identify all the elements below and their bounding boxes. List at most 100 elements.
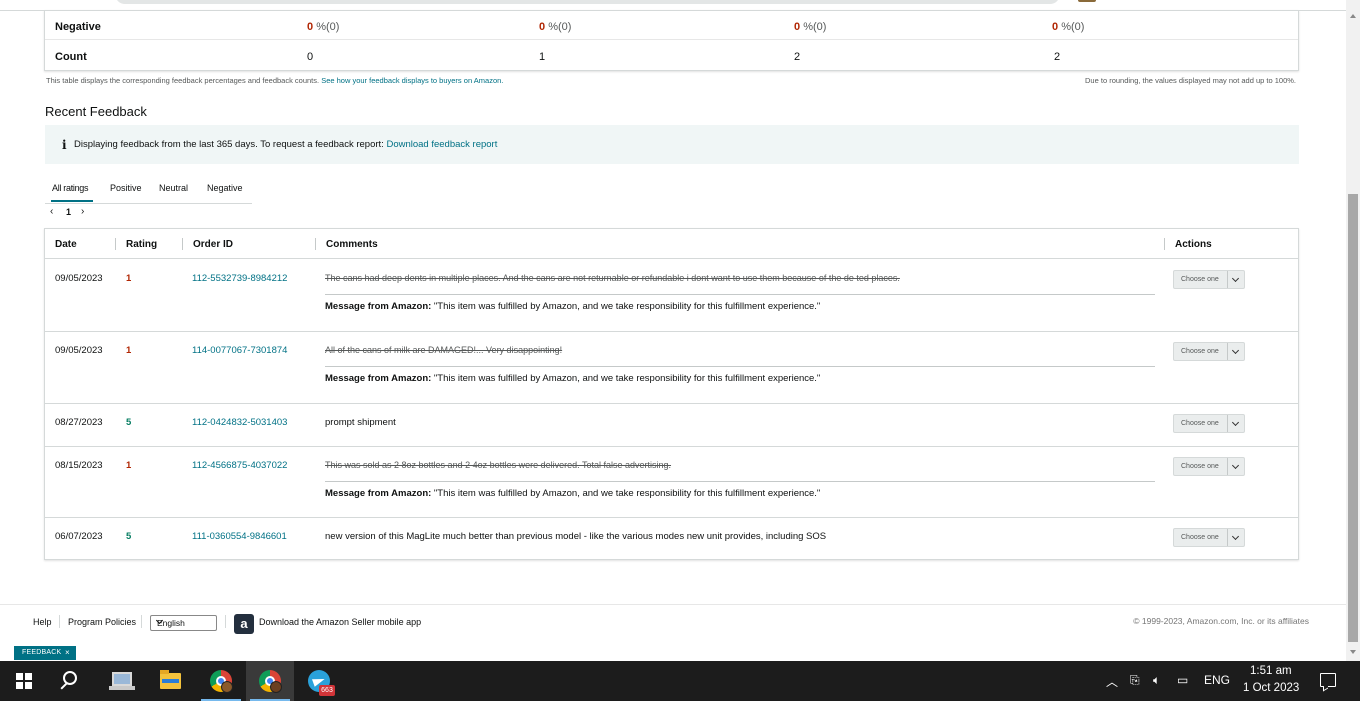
amazon-message: Message from Amazon: "This item was fulf… <box>325 488 821 499</box>
taskbar-task-view-button[interactable] <box>98 661 146 701</box>
header-date: Date <box>55 239 77 250</box>
action-dropdown[interactable]: Choose one <box>1173 528 1245 547</box>
summary-count-cell: 2 <box>794 51 801 63</box>
header-order-id: Order ID <box>193 239 234 250</box>
network-icon[interactable]: ⎘ <box>1130 673 1140 688</box>
amazon-message: Message from Amazon: "This item was fulf… <box>325 301 821 312</box>
chrome-profile-icon <box>221 681 233 693</box>
row-rating: 5 <box>126 417 132 428</box>
row-order-id-link[interactable]: 112-5532739-8984212 <box>192 273 287 284</box>
amazon-message: Message from Amazon: "This item was fulf… <box>325 373 821 384</box>
scrollbar-thumb[interactable] <box>1348 194 1358 642</box>
feedback-display-link[interactable]: See how your feedback displays to buyers… <box>321 76 503 85</box>
row-order-id-link[interactable]: 114-0077067-7301874 <box>192 345 287 356</box>
tab-positive[interactable]: Positive <box>110 183 142 193</box>
table-header: Date Rating Order ID Comments Actions <box>45 229 1298 259</box>
row-order-id-link[interactable]: 112-0424832-5031403 <box>192 417 287 428</box>
info-alert: i Displaying feedback from the last 365 … <box>45 125 1299 164</box>
chevron-down-icon <box>1227 529 1244 546</box>
taskbar-telegram[interactable]: 663 <box>295 661 343 701</box>
row-date: 09/05/2023 <box>55 273 103 284</box>
info-icon: i <box>62 138 67 152</box>
page-footer: Help Program Policies English a Download… <box>0 605 1346 661</box>
row-comment: prompt shipment <box>325 417 396 428</box>
show-hidden-icons-chevron-icon[interactable]: ︿ <box>1106 673 1118 690</box>
tab-neutral[interactable]: Neutral <box>159 183 188 193</box>
rounding-note: Due to rounding, the values displayed ma… <box>1085 76 1296 85</box>
display-icon[interactable]: ▭ <box>1177 673 1188 687</box>
amazon-app-icon[interactable]: a <box>234 614 254 634</box>
telegram-unread-badge: 663 <box>319 685 335 696</box>
row-date: 08/15/2023 <box>55 460 103 471</box>
summary-label-negative: Negative <box>55 21 101 33</box>
header-separator <box>115 238 116 250</box>
row-comment: The cans had deep dents in multiple plac… <box>325 273 900 283</box>
current-page[interactable]: 1 <box>66 207 71 217</box>
download-seller-app-link[interactable]: Download the Amazon Seller mobile app <box>259 617 421 627</box>
summary-negative-cell: 0 %(0) <box>307 21 340 33</box>
start-button[interactable] <box>0 661 48 701</box>
footer-help-link[interactable]: Help <box>33 617 52 627</box>
row-date: 06/07/2023 <box>55 531 103 542</box>
header-rating: Rating <box>126 239 158 250</box>
row-date: 08/27/2023 <box>55 417 103 428</box>
row-order-id-link[interactable]: 112-4566875-4037022 <box>192 460 287 471</box>
close-icon[interactable]: × <box>65 648 70 657</box>
summary-negative-cell: 0 %(0) <box>539 21 572 33</box>
table-row: 09/05/2023 1 112-5532739-8984212 The can… <box>45 260 1298 332</box>
tab-all-ratings[interactable]: All ratings <box>52 183 89 193</box>
chevron-down-icon <box>1227 343 1244 360</box>
row-rating: 1 <box>126 460 132 471</box>
volume-icon[interactable]: 🔈︎ <box>1153 673 1160 688</box>
header-separator <box>1164 238 1165 250</box>
action-dropdown[interactable]: Choose one <box>1173 342 1245 361</box>
row-rating: 5 <box>126 531 132 542</box>
taskbar-file-explorer[interactable] <box>147 661 195 701</box>
download-feedback-report-link[interactable]: Download feedback report <box>386 139 497 150</box>
taskbar-chrome-active[interactable] <box>246 661 294 701</box>
comment-divider <box>325 481 1155 482</box>
feedback-tab-button[interactable]: FEEDBACK × <box>14 646 76 660</box>
info-text: Displaying feedback from the last 365 da… <box>74 139 498 150</box>
prev-page-icon[interactable]: ‹ <box>50 206 53 217</box>
header-comments: Comments <box>326 239 378 250</box>
summary-negative-cell: 0 %(0) <box>794 21 827 33</box>
next-page-icon[interactable]: › <box>81 206 84 217</box>
summary-negative-cell: 0 %(0) <box>1052 21 1085 33</box>
table-row: 08/15/2023 1 112-4566875-4037022 This wa… <box>45 447 1298 518</box>
taskbar-chrome[interactable] <box>197 661 245 701</box>
row-order-id-link[interactable]: 111-0360554-9846601 <box>192 531 287 542</box>
clock-date[interactable]: 1 Oct 2023 <box>1243 682 1299 694</box>
chevron-down-icon <box>1227 271 1244 288</box>
summary-count-cell: 2 <box>1054 51 1061 63</box>
page-scrollbar[interactable] <box>1346 0 1360 661</box>
feedback-summary-table: Negative 0 %(0) 0 %(0) 0 %(0) 0 %(0) Cou… <box>44 10 1299 71</box>
summary-table-note: This table displays the corresponding fe… <box>46 76 504 85</box>
header-actions: Actions <box>1175 239 1212 250</box>
laptop-icon <box>109 672 135 690</box>
header-separator <box>182 238 183 250</box>
scroll-down-arrow-icon[interactable] <box>1350 650 1356 654</box>
top-divider <box>0 10 1346 11</box>
windows-taskbar: 663 ︿ ⎘ 🔈︎ ▭ ENG 1:51 am 1 Oct 2023 <box>0 661 1360 701</box>
input-language[interactable]: ENG <box>1204 673 1230 687</box>
chevron-down-icon <box>1227 458 1244 475</box>
action-dropdown[interactable]: Choose one <box>1173 457 1245 476</box>
footer-program-policies-link[interactable]: Program Policies <box>68 617 136 627</box>
notification-center-icon[interactable] <box>1320 673 1336 687</box>
summary-label-count: Count <box>55 51 87 63</box>
taskbar-search-button[interactable] <box>48 661 96 701</box>
footer-separator <box>225 615 226 628</box>
chrome-profile-icon <box>270 681 282 693</box>
scroll-up-arrow-icon[interactable] <box>1350 14 1356 18</box>
windows-icon <box>16 673 32 689</box>
footer-separator <box>59 615 60 628</box>
row-rating: 1 <box>126 273 132 284</box>
action-dropdown[interactable]: Choose one <box>1173 270 1245 289</box>
tab-negative[interactable]: Negative <box>207 183 243 193</box>
clock-time[interactable]: 1:51 am <box>1250 665 1292 677</box>
language-select[interactable]: English <box>150 615 217 631</box>
row-comment: All of the cans of milk are DAMAGED!... … <box>325 345 563 355</box>
action-dropdown[interactable]: Choose one <box>1173 414 1245 433</box>
header-separator <box>315 238 316 250</box>
